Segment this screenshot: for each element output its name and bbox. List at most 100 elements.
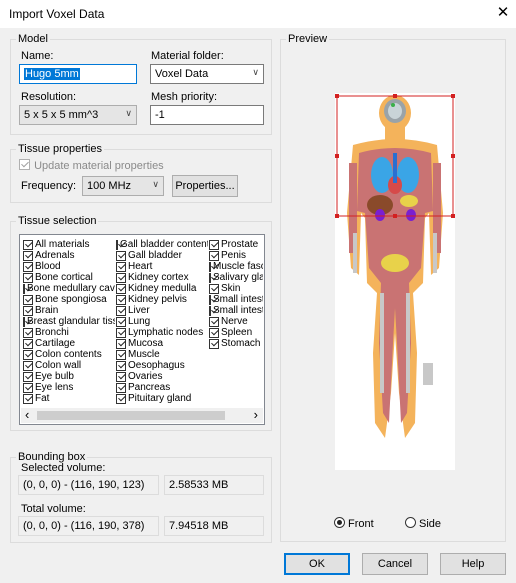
tissue-item[interactable]: Muscle: [116, 349, 208, 360]
checkbox-icon[interactable]: [209, 338, 219, 349]
tissue-item[interactable]: Bone spongiosa: [23, 294, 115, 305]
mesh-priority-input[interactable]: -1: [150, 105, 264, 125]
tissue-item[interactable]: Fat: [23, 393, 115, 404]
horizontal-scrollbar[interactable]: ‹ ›: [21, 408, 263, 423]
tissue-item[interactable]: Breast glandular tissue: [23, 316, 115, 327]
tissue-item[interactable]: Blood: [23, 261, 115, 272]
properties-button[interactable]: Properties...: [172, 175, 238, 197]
tissue-item[interactable]: Pituitary gland: [116, 393, 208, 404]
tissue-item[interactable]: Adrenals: [23, 250, 115, 261]
tissue-item[interactable]: Kidney pelvis: [116, 294, 208, 305]
checkbox-icon[interactable]: [209, 294, 211, 305]
checkbox-icon[interactable]: [116, 250, 126, 261]
tissue-item[interactable]: Cartilage: [23, 338, 115, 349]
checkbox-icon[interactable]: [23, 382, 33, 393]
tissue-item[interactable]: Salivary gland: [209, 272, 263, 283]
update-material-properties-checkbox[interactable]: Update material properties: [19, 159, 164, 172]
front-radio[interactable]: Front: [334, 517, 374, 530]
tissue-item[interactable]: Gall bladder content: [116, 239, 208, 250]
tissue-item[interactable]: Lymphatic nodes: [116, 327, 208, 338]
checkbox-icon[interactable]: [23, 349, 33, 360]
scroll-right-arrow-icon[interactable]: ›: [254, 408, 258, 422]
help-button[interactable]: Help: [440, 553, 506, 575]
tissue-item[interactable]: Nerve: [209, 316, 263, 327]
tissue-item[interactable]: Liver: [116, 305, 208, 316]
tissue-item[interactable]: Muscle fascia: [209, 261, 263, 272]
tissue-item[interactable]: Stomach: [209, 338, 263, 349]
tissue-item[interactable]: Skin: [209, 283, 263, 294]
tissue-item[interactable]: Eye bulb: [23, 371, 115, 382]
tissue-item[interactable]: Kidney medulla: [116, 283, 208, 294]
tissue-item[interactable]: Bronchi: [23, 327, 115, 338]
cancel-button[interactable]: Cancel: [362, 553, 428, 575]
tissue-item[interactable]: Prostate: [209, 239, 263, 250]
checkbox-icon[interactable]: [209, 272, 211, 283]
tissue-item[interactable]: Small intestine: [209, 294, 263, 305]
tissue-item[interactable]: Gall bladder: [116, 250, 208, 261]
checkbox-icon[interactable]: [23, 250, 33, 261]
voxel-preview-canvas[interactable]: [335, 93, 455, 470]
checkbox-icon[interactable]: [23, 261, 33, 272]
tissue-item[interactable]: All materials: [23, 239, 115, 250]
checkbox-icon[interactable]: [23, 283, 25, 294]
checkbox-icon[interactable]: [116, 305, 126, 316]
ok-button[interactable]: OK: [284, 553, 350, 575]
tissue-item[interactable]: Lung: [116, 316, 208, 327]
tissue-item[interactable]: Brain: [23, 305, 115, 316]
checkbox-icon[interactable]: [209, 316, 219, 327]
tissue-item[interactable]: Oesophagus: [116, 360, 208, 371]
checkbox-icon[interactable]: [116, 316, 126, 327]
checkbox-icon[interactable]: [23, 327, 33, 338]
checkbox-icon[interactable]: [116, 261, 126, 272]
checkbox-icon[interactable]: [209, 239, 219, 250]
checkbox-icon[interactable]: [23, 272, 33, 283]
tissue-item[interactable]: Kidney cortex: [116, 272, 208, 283]
checkbox-icon[interactable]: [23, 393, 33, 404]
checkbox-icon[interactable]: [116, 338, 126, 349]
checkbox-icon[interactable]: [116, 393, 126, 404]
checkbox-icon[interactable]: [209, 250, 219, 261]
frequency-dropdown[interactable]: 100 MHz ∨: [82, 176, 164, 196]
tissue-item[interactable]: Mucosa: [116, 338, 208, 349]
checkbox-icon[interactable]: [116, 349, 126, 360]
checkbox-icon[interactable]: [209, 305, 211, 316]
checkbox-icon[interactable]: [116, 371, 126, 382]
tissue-item-label: Ovaries: [128, 371, 163, 382]
name-input[interactable]: Hugo 5mm: [19, 64, 137, 84]
checkbox-icon[interactable]: [23, 371, 33, 382]
tissue-item[interactable]: Eye lens: [23, 382, 115, 393]
checkbox-icon[interactable]: [116, 272, 126, 283]
checkbox-icon[interactable]: [23, 316, 25, 327]
checkbox-icon[interactable]: [23, 360, 33, 371]
scroll-left-arrow-icon[interactable]: ‹: [25, 408, 29, 422]
checkbox-icon[interactable]: [116, 360, 126, 371]
tissue-item[interactable]: Colon wall: [23, 360, 115, 371]
checkbox-icon[interactable]: [116, 327, 126, 338]
checkbox-icon[interactable]: [23, 305, 33, 316]
tissue-item[interactable]: Bone medullary cavity: [23, 283, 115, 294]
material-folder-dropdown[interactable]: Voxel Data ∨: [150, 64, 264, 84]
tissue-list[interactable]: All materials Adrenals Blood Bone cortical B…: [19, 234, 265, 425]
tissue-item[interactable]: Bone cortical: [23, 272, 115, 283]
checkbox-icon[interactable]: [209, 327, 219, 338]
tissue-item[interactable]: Heart: [116, 261, 208, 272]
tissue-item[interactable]: Colon contents: [23, 349, 115, 360]
tissue-item[interactable]: Pancreas: [116, 382, 208, 393]
scrollbar-thumb[interactable]: [37, 411, 225, 420]
checkbox-icon[interactable]: [209, 283, 219, 294]
checkbox-icon[interactable]: [116, 239, 118, 250]
checkbox-icon[interactable]: [116, 283, 126, 294]
tissue-item[interactable]: Ovaries: [116, 371, 208, 382]
tissue-item[interactable]: Small intestine: [209, 305, 263, 316]
tissue-item[interactable]: Penis: [209, 250, 263, 261]
side-radio[interactable]: Side: [405, 517, 441, 530]
checkbox-icon[interactable]: [116, 294, 126, 305]
tissue-item[interactable]: Spleen: [209, 327, 263, 338]
close-icon[interactable]: ✕: [492, 3, 514, 25]
checkbox-icon[interactable]: [116, 382, 126, 393]
resolution-dropdown[interactable]: 5 x 5 x 5 mm^3 ∨: [19, 105, 137, 125]
checkbox-icon[interactable]: [23, 338, 33, 349]
checkbox-icon[interactable]: [23, 239, 33, 250]
checkbox-icon[interactable]: [209, 261, 211, 272]
checkbox-icon[interactable]: [23, 294, 33, 305]
